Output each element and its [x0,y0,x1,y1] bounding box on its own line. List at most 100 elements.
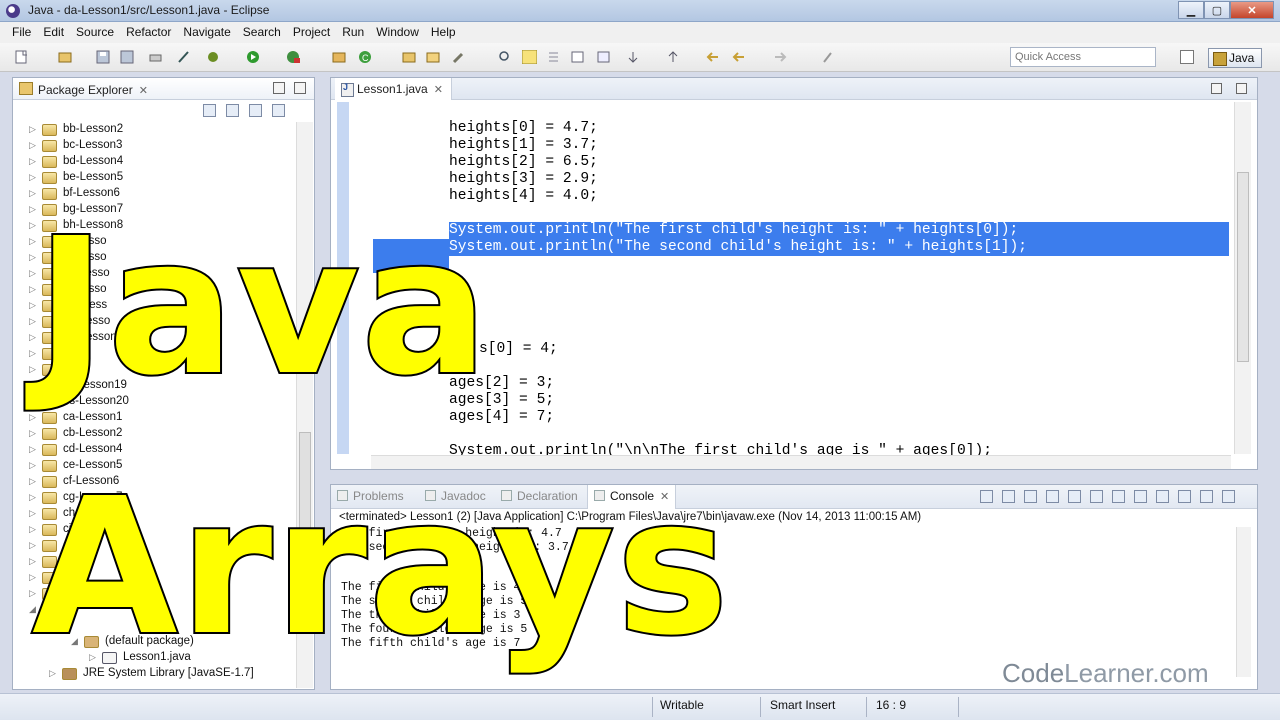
minimize-view-icon[interactable] [1200,490,1213,503]
new-java-project-icon[interactable] [332,50,347,64]
display-console-icon[interactable] [1156,490,1169,503]
view-menu-icon[interactable] [249,104,262,117]
console-scrollbar[interactable] [1236,527,1251,677]
menu-help[interactable]: Help [425,22,462,43]
show-stdout-icon[interactable] [1112,490,1125,503]
open-console-icon[interactable] [1178,490,1191,503]
code-line: heights[2] = 6.5; [449,154,598,170]
project-folder-icon [42,444,57,456]
run-icon[interactable] [246,50,261,64]
view-controls [273,82,306,94]
expand-arrow-icon[interactable]: ▷ [29,140,36,151]
open-perspective-icon[interactable] [1180,50,1194,64]
menu-file[interactable]: File [6,22,37,43]
project-folder-icon [42,156,57,168]
open-type-icon[interactable] [402,50,417,64]
remove-launch-icon[interactable] [1002,490,1015,503]
status-writable: Writable [660,698,704,712]
remove-all-icon[interactable] [1024,490,1037,503]
terminate-icon[interactable] [980,490,993,503]
expand-arrow-icon[interactable]: ▷ [29,204,36,215]
expand-arrow-icon[interactable]: ▷ [29,412,36,423]
show-source-icon[interactable] [596,50,611,64]
menu-edit[interactable]: Edit [37,22,70,43]
next-annotation-icon[interactable] [626,50,641,64]
package-explorer-tools [203,104,285,117]
prev-annotation-icon[interactable] [666,50,681,64]
package-explorer-tab[interactable]: Package Explorer ✕ [19,82,148,97]
scroll-lock-icon[interactable] [1068,490,1081,503]
expand-arrow-icon[interactable]: ▷ [29,300,36,311]
pin-editor-icon[interactable] [820,50,835,64]
expand-arrow-icon[interactable]: ▷ [29,236,36,247]
collapse-all-icon[interactable] [203,104,216,117]
toggle-highlight-icon[interactable] [522,50,537,64]
pin-console-icon[interactable] [1134,490,1147,503]
save-all-icon[interactable] [120,50,135,64]
forward-icon[interactable] [772,50,787,64]
search-tool-icon[interactable] [452,50,467,64]
expand-arrow-icon[interactable]: ▷ [29,364,36,375]
expand-arrow-icon[interactable]: ▷ [29,188,36,199]
menu-source[interactable]: Source [70,22,120,43]
external-tools-icon[interactable] [286,50,301,64]
minimize-view-icon[interactable] [273,82,285,94]
status-cursor-position: 16 : 9 [876,698,907,712]
clear-console-icon[interactable] [1046,490,1059,503]
annotation-icon[interactable] [498,50,513,64]
menu-window[interactable]: Window [370,22,425,43]
chevron-down-icon[interactable] [272,104,285,117]
new-icon[interactable] [14,50,29,64]
close-button[interactable]: ✕ [1230,1,1274,19]
expand-arrow-icon[interactable]: ▷ [29,284,36,295]
menu-run[interactable]: Run [336,22,370,43]
expand-arrow-icon[interactable]: ▷ [29,428,36,439]
back-icon[interactable] [732,50,747,64]
expand-arrow-icon[interactable]: ▷ [29,124,36,135]
status-divider [652,697,653,717]
minimize-button[interactable]: ▁ [1178,1,1204,19]
menu-search[interactable]: Search [237,22,287,43]
new-class-icon[interactable]: C [358,50,373,64]
show-whitespace-icon[interactable] [546,50,561,64]
expand-arrow-icon[interactable]: ▷ [29,348,36,359]
expand-arrow-icon[interactable]: ▷ [29,396,36,407]
menu-project[interactable]: Project [287,22,336,43]
save-icon[interactable] [96,50,111,64]
toggle-mark-icon[interactable] [176,50,191,64]
maximize-view-icon[interactable] [294,82,306,94]
quick-access-input[interactable]: Quick Access [1010,47,1156,67]
overlay-title-arrays: Arrays [30,458,731,677]
expand-arrow-icon[interactable]: ▷ [29,156,36,167]
svg-text:C: C [362,53,369,63]
new-package-icon[interactable] [58,50,73,64]
expand-arrow-icon[interactable]: ▷ [29,172,36,183]
window-title: Java - da-Lesson1/src/Lesson1.java - Ecl… [28,3,270,17]
scrollbar-thumb[interactable] [1237,172,1249,362]
last-edit-icon[interactable] [706,50,721,64]
expand-arrow-icon[interactable]: ▷ [29,316,36,327]
word-wrap-icon[interactable] [1090,490,1103,503]
java-perspective-button[interactable]: Java [1208,48,1262,68]
editor-vertical-scrollbar[interactable] [1234,102,1251,454]
maximize-button[interactable]: ▢ [1204,1,1230,19]
debug-icon[interactable] [206,50,221,64]
close-tab-icon[interactable]: ✕ [139,85,148,97]
menu-refactor[interactable]: Refactor [120,22,177,43]
open-folder-icon[interactable] [426,50,441,64]
expand-arrow-icon[interactable]: ▷ [29,220,36,231]
package-explorer-header: Package Explorer ✕ [13,78,314,100]
link-with-editor-icon[interactable] [226,104,239,117]
project-folder-icon [42,124,57,136]
menu-navigate[interactable]: Navigate [177,22,236,43]
maximize-view-icon[interactable] [1222,490,1235,503]
expand-arrow-icon[interactable]: ▷ [29,332,36,343]
print-icon[interactable] [148,50,163,64]
expand-arrow-icon[interactable]: ▷ [29,380,36,391]
expand-arrow-icon[interactable]: ▷ [29,444,36,455]
overlay-title-java: Java [34,198,491,417]
block-select-icon[interactable] [570,50,585,64]
expand-arrow-icon[interactable]: ▷ [29,268,36,279]
expand-arrow-icon[interactable]: ▷ [29,252,36,263]
status-divider [958,697,959,717]
